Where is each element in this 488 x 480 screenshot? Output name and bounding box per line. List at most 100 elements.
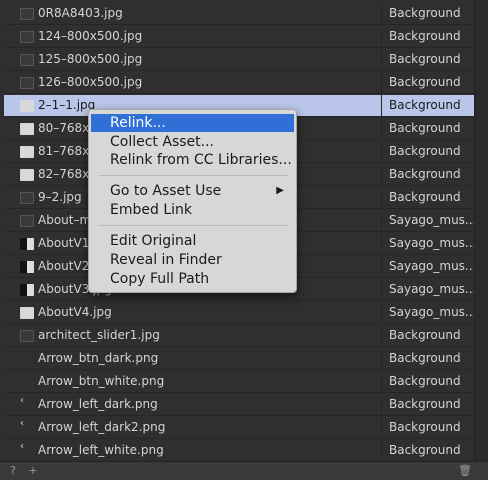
asset-row[interactable]: Arrow_btn_dark.png Background — [4, 348, 475, 370]
asset-layer: Background — [389, 420, 461, 434]
asset-name: Arrow_btn_dark.png — [38, 351, 159, 365]
asset-name: architect_slider1.jpg — [38, 328, 160, 342]
menu-item-embed-link[interactable]: Embed Link — [91, 201, 294, 219]
asset-row[interactable]: ‹ Arrow_left_dark2.png Background — [4, 417, 475, 439]
asset-row[interactable]: Arrow_btn_white.png Background — [4, 371, 475, 393]
asset-layer: Background — [389, 75, 461, 89]
vertical-scrollbar[interactable] — [474, 0, 488, 461]
menu-item-edit-original[interactable]: Edit Original — [91, 232, 294, 250]
menu-item-reveal-in-finder[interactable]: Reveal in Finder — [91, 251, 294, 269]
asset-name: Arrow_left_white.png — [38, 443, 164, 457]
asset-row[interactable]: 126–800x500.jpg Background — [4, 72, 475, 94]
new-item-icon[interactable]: + — [26, 464, 40, 478]
image-thumbnail-icon — [20, 192, 34, 204]
image-thumbnail-icon — [20, 353, 34, 365]
asset-layer: Background — [389, 6, 461, 20]
asset-row[interactable]: 125–800x500.jpg Background — [4, 49, 475, 71]
column-divider — [381, 325, 382, 346]
asset-row[interactable]: ‹ Arrow_left_dark.png Background — [4, 394, 475, 416]
asset-name: 0R8A8403.jpg — [38, 6, 123, 20]
asset-layer: Background — [389, 121, 461, 135]
column-divider — [381, 187, 382, 208]
image-thumbnail-icon — [20, 146, 34, 158]
image-thumbnail-icon — [20, 54, 34, 66]
asset-name: 124–800x500.jpg — [38, 29, 143, 43]
image-thumbnail-icon — [20, 261, 34, 273]
image-thumbnail-icon — [20, 100, 34, 112]
asset-name: Arrow_left_dark2.png — [38, 420, 166, 434]
menu-item-relink-cc-libraries[interactable]: Relink from CC Libraries... — [91, 151, 294, 169]
asset-name: AboutV2. — [38, 259, 94, 273]
asset-name: 125–800x500.jpg — [38, 52, 143, 66]
asset-name: Arrow_btn_white.png — [38, 374, 165, 388]
column-divider — [381, 302, 382, 323]
submenu-arrow-icon: ▶ — [276, 185, 284, 196]
column-divider — [381, 164, 382, 185]
menu-separator — [99, 175, 288, 176]
asset-row[interactable]: ‹ Arrow_left_white.png Background — [4, 440, 475, 462]
column-divider — [381, 279, 382, 300]
asset-layer: Background — [389, 190, 461, 204]
image-thumbnail-icon — [20, 31, 34, 43]
column-divider — [381, 141, 382, 162]
trash-icon[interactable]: 🗑 — [458, 464, 472, 478]
asset-name: AboutV4.jpg — [38, 305, 112, 319]
asset-layer: Background — [389, 351, 461, 365]
image-thumbnail-icon — [20, 238, 34, 250]
menu-item-copy-full-path[interactable]: Copy Full Path — [91, 270, 294, 288]
image-thumbnail-icon — [20, 330, 34, 342]
column-divider — [381, 95, 382, 116]
asset-name: 126–800x500.jpg — [38, 75, 143, 89]
column-divider — [381, 394, 382, 415]
asset-row[interactable]: AboutV4.jpg Sayago_mus... — [4, 302, 477, 324]
links-panel: 0R8A8403.jpg Background 124–800x500.jpg Bac… — [0, 0, 488, 480]
image-thumbnail-icon — [20, 307, 34, 319]
asset-layer: Background — [389, 443, 461, 457]
image-thumbnail-icon — [20, 8, 34, 20]
column-divider — [381, 417, 382, 438]
asset-layer: Sayago_mus... — [389, 259, 477, 273]
asset-layer: Sayago_mus... — [389, 305, 477, 319]
asset-row[interactable]: 0R8A8403.jpg Background — [4, 3, 475, 25]
asset-layer: Background — [389, 144, 461, 158]
image-thumbnail-icon — [20, 215, 34, 227]
column-divider — [381, 348, 382, 369]
asset-name: Arrow_left_dark.png — [38, 397, 158, 411]
context-menu: Relink... Collect Asset... Relink from C… — [88, 109, 297, 293]
arrow-thumbnail-icon: ‹ — [20, 441, 24, 452]
image-thumbnail-icon — [20, 376, 34, 388]
column-divider — [381, 371, 382, 392]
menu-item-collect-asset[interactable]: Collect Asset... — [91, 133, 294, 151]
column-divider — [381, 210, 382, 231]
asset-layer: Background — [389, 98, 461, 112]
help-icon[interactable]: ? — [6, 464, 20, 478]
menu-item-go-to-asset-use[interactable]: Go to Asset Use ▶ — [91, 182, 294, 200]
image-thumbnail-icon — [20, 284, 34, 296]
column-divider — [381, 3, 382, 24]
asset-layer: Background — [389, 374, 461, 388]
asset-name: About–m — [38, 213, 92, 227]
column-divider — [381, 26, 382, 47]
column-divider — [381, 49, 382, 70]
asset-layer: Sayago_mus... — [389, 282, 477, 296]
column-divider — [381, 72, 382, 93]
column-divider — [381, 256, 382, 277]
asset-layer: Background — [389, 52, 461, 66]
asset-name: AboutV1. — [38, 236, 94, 250]
menu-separator — [99, 225, 288, 226]
arrow-thumbnail-icon: ‹ — [20, 395, 24, 406]
menu-item-label: Go to Asset Use — [110, 183, 222, 199]
asset-row[interactable]: 124–800x500.jpg Background — [4, 26, 475, 48]
column-divider — [381, 440, 382, 461]
panel-bottom-bar: ? + 🗑 — [0, 461, 488, 480]
menu-item-relink[interactable]: Relink... — [91, 114, 294, 132]
arrow-thumbnail-icon: ‹ — [20, 418, 24, 429]
column-divider — [381, 233, 382, 254]
asset-layer: Sayago_mus... — [389, 236, 477, 250]
asset-layer: Background — [389, 29, 461, 43]
asset-name: 9–2.jpg — [38, 190, 82, 204]
asset-layer: Background — [389, 328, 461, 342]
asset-row[interactable]: architect_slider1.jpg Background — [4, 325, 475, 347]
asset-layer: Background — [389, 167, 461, 181]
image-thumbnail-icon — [20, 169, 34, 181]
